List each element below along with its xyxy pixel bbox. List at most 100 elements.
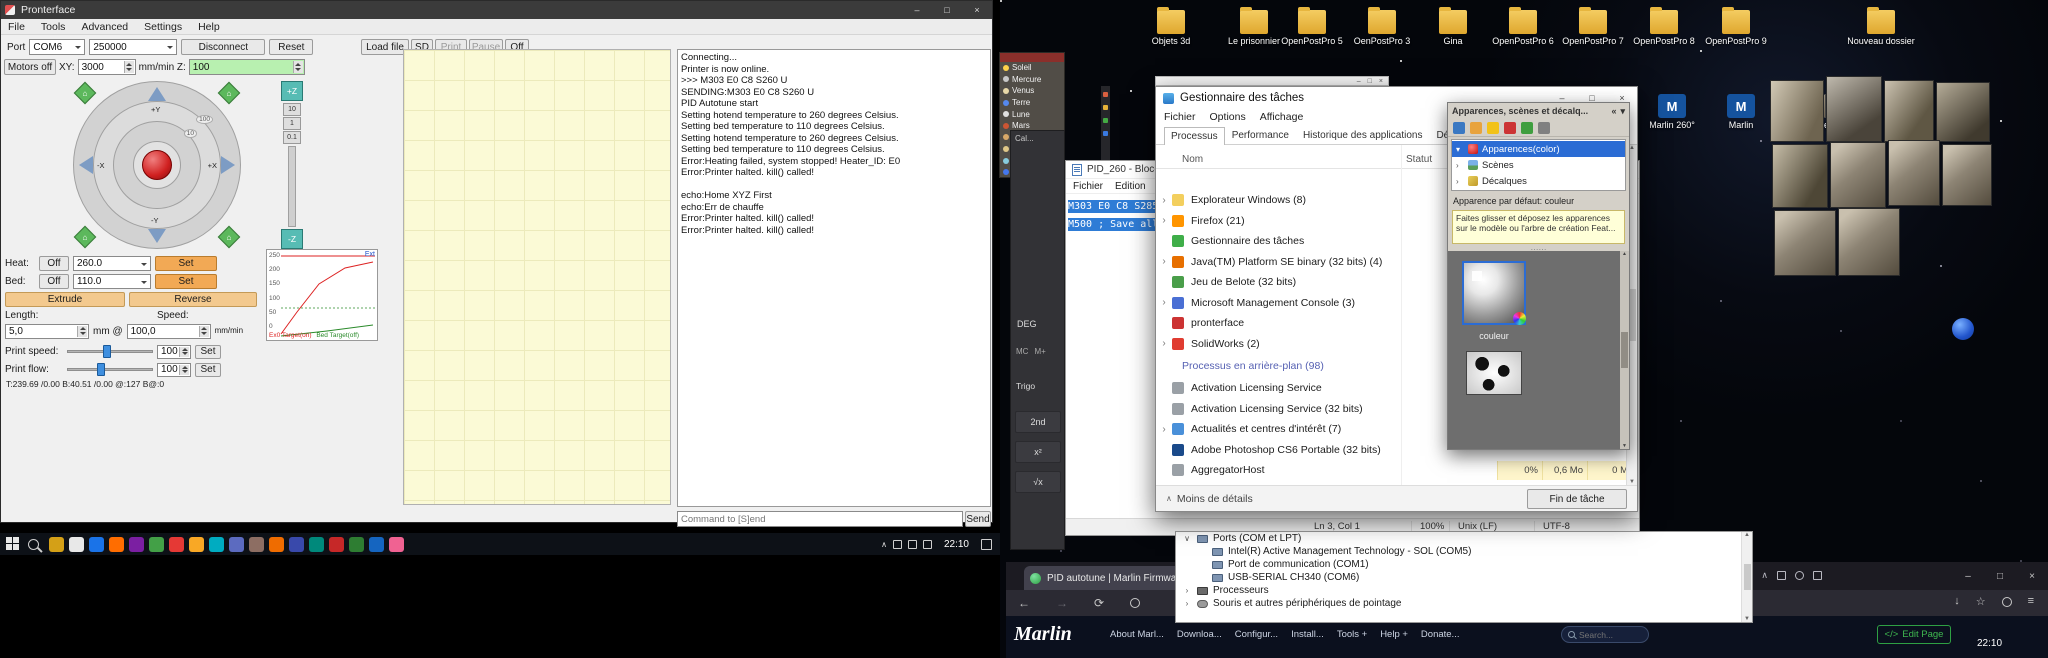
nav-link[interactable]: Downloa...: [1177, 629, 1222, 640]
motors-off-button[interactable]: Motors off: [4, 59, 56, 75]
pattern-thumbnail[interactable]: [1466, 351, 1522, 395]
expand-icon[interactable]: ›: [1182, 586, 1192, 595]
scroll-down-icon[interactable]: ▼: [1744, 616, 1750, 622]
planet-list-item[interactable]: Lune: [1000, 108, 1064, 120]
tab[interactable]: Performance: [1225, 126, 1296, 144]
taskbar-app-icon[interactable]: [309, 536, 324, 552]
tree-item-decals[interactable]: › Décalques: [1452, 173, 1625, 189]
volume-icon[interactable]: [1795, 571, 1804, 580]
heat-off-button[interactable]: Off: [39, 255, 69, 271]
nav-link[interactable]: Donate...: [1421, 629, 1460, 640]
settings-gear-icon[interactable]: [1538, 121, 1550, 134]
taskbar-app-icon[interactable]: [169, 536, 184, 552]
z-step-button[interactable]: 0.1: [283, 131, 301, 144]
menu-item[interactable]: File: [8, 21, 25, 33]
extrude-length-stepper[interactable]: 5,0: [5, 323, 89, 339]
scroll-up-icon[interactable]: ▲: [1744, 532, 1750, 538]
jog-x-plus-arrow-icon[interactable]: [221, 156, 235, 174]
collapse-panel-icon[interactable]: «: [1611, 106, 1616, 116]
planet-list-item[interactable]: Venus: [1000, 85, 1064, 97]
download-icon[interactable]: ↓: [1954, 595, 1960, 608]
nav-link[interactable]: About Marl...: [1110, 629, 1164, 640]
menu-item[interactable]: Tools: [41, 21, 66, 33]
device-tree-category[interactable]: › Processeurs: [1176, 584, 1752, 597]
action-center-icon[interactable]: [981, 538, 992, 550]
taskbar-app-icon[interactable]: [329, 536, 344, 552]
nav-link[interactable]: Configur...: [1235, 629, 1278, 640]
start-button[interactable]: [6, 537, 20, 551]
pin-icon[interactable]: ▾: [1620, 106, 1625, 117]
home-x-button[interactable]: ⌂: [73, 81, 97, 105]
taskbar-app-icon[interactable]: [289, 536, 304, 552]
taskbar-app-icon[interactable]: [129, 536, 144, 552]
desktop-icon[interactable]: Objets 3d: [1135, 7, 1207, 46]
print-flow-slider[interactable]: [67, 362, 153, 377]
load-file-button[interactable]: Load file: [361, 39, 409, 55]
desktop-icon[interactable]: M Marlin 260°: [1636, 94, 1708, 130]
planet-list-item[interactable]: Soleil: [1000, 62, 1064, 74]
tree-item-appearances[interactable]: ▾ Apparences(color): [1452, 141, 1625, 157]
taskbar-clock[interactable]: 22:10: [944, 539, 969, 550]
maximize-button[interactable]: □: [932, 1, 962, 19]
menu-item[interactable]: Help: [198, 21, 220, 33]
command-input[interactable]: [677, 511, 963, 527]
back-icon[interactable]: ←: [1018, 596, 1030, 610]
taskbar-app-icon[interactable]: [369, 536, 384, 552]
home-y-button[interactable]: ⌂: [217, 81, 241, 105]
gcode-viewer[interactable]: [403, 49, 671, 505]
search-icon[interactable]: [28, 538, 39, 550]
jog-center-knob[interactable]: [142, 150, 172, 180]
palette-scrollbar[interactable]: ▲ ▼: [1620, 251, 1629, 449]
xy-speed-stepper[interactable]: 3000: [77, 59, 136, 75]
disconnect-button[interactable]: Disconnect: [181, 39, 266, 55]
desktop-icon[interactable]: Gina: [1417, 7, 1489, 46]
planets-window-titlebar[interactable]: [1000, 53, 1064, 62]
taskbar-app-icon[interactable]: [149, 536, 164, 552]
z-speed-stepper[interactable]: 100: [188, 59, 305, 75]
device-tree-item[interactable]: USB-SERIAL CH340 (COM6): [1176, 571, 1752, 584]
reload-icon[interactable]: ⟳: [1094, 596, 1104, 610]
desktop-icon[interactable]: OenPostPro 3: [1346, 7, 1418, 46]
appearance-ball-icon[interactable]: [1504, 121, 1516, 134]
expand-icon[interactable]: ›: [1182, 599, 1192, 608]
tray-chevron-up-icon[interactable]: ∧: [881, 540, 887, 549]
color-sphere-thumbnail[interactable]: [1462, 261, 1526, 325]
desktop-icon[interactable]: OpenPostPro 7: [1557, 7, 1629, 46]
print-flow-field[interactable]: 100: [157, 362, 191, 377]
menu-item[interactable]: Edition: [1115, 181, 1146, 192]
taskbar-app-icon[interactable]: [249, 536, 264, 552]
scene-icon[interactable]: [1521, 121, 1533, 134]
palette-titlebar[interactable]: Apparences, scènes et décalq... « ▾: [1448, 103, 1629, 119]
close-button[interactable]: ×: [1379, 78, 1383, 85]
heat-set-button[interactable]: Set: [155, 255, 217, 271]
jog-x-minus-arrow-icon[interactable]: [79, 156, 93, 174]
trigonometry-dropdown[interactable]: Trigo: [1016, 381, 1035, 391]
tab[interactable]: Processus: [1164, 127, 1225, 145]
home-all-button[interactable]: ⌂: [217, 225, 241, 249]
home-icon[interactable]: [1453, 121, 1465, 134]
print-flow-set-button[interactable]: Set: [195, 362, 221, 377]
menu-item[interactable]: Fichier: [1164, 111, 1196, 123]
bed-set-button[interactable]: Set: [155, 273, 217, 289]
language-icon[interactable]: [922, 539, 932, 549]
marlin-logo[interactable]: Marlin: [1014, 623, 1072, 646]
language-icon[interactable]: [1813, 571, 1822, 580]
home-z-button[interactable]: ⌂: [73, 225, 97, 249]
expand-icon[interactable]: ›: [1156, 215, 1172, 226]
square-button[interactable]: x²: [1015, 441, 1061, 463]
pronterface-titlebar[interactable]: Pronterface – □ ×: [1, 1, 992, 19]
print-speed-slider[interactable]: [67, 344, 153, 359]
minimize-button[interactable]: –: [902, 1, 932, 19]
taskbar-app-icon[interactable]: [49, 536, 64, 552]
port-select[interactable]: COM6: [29, 39, 86, 55]
account-icon[interactable]: [2001, 597, 2012, 607]
desktop-icon[interactable]: OpenPostPro 8: [1628, 7, 1700, 46]
name-column-header[interactable]: Nom: [1182, 154, 1203, 165]
planet-list-item[interactable]: Mercure: [1000, 74, 1064, 86]
second-function-button[interactable]: 2nd: [1015, 411, 1061, 433]
expand-icon[interactable]: ›: [1456, 177, 1464, 186]
expand-icon[interactable]: ›: [1156, 338, 1172, 349]
desktop-icon[interactable]: M Marlin: [1705, 94, 1777, 130]
z-slider-track[interactable]: [288, 146, 296, 227]
taskbar-app-icon[interactable]: [89, 536, 104, 552]
